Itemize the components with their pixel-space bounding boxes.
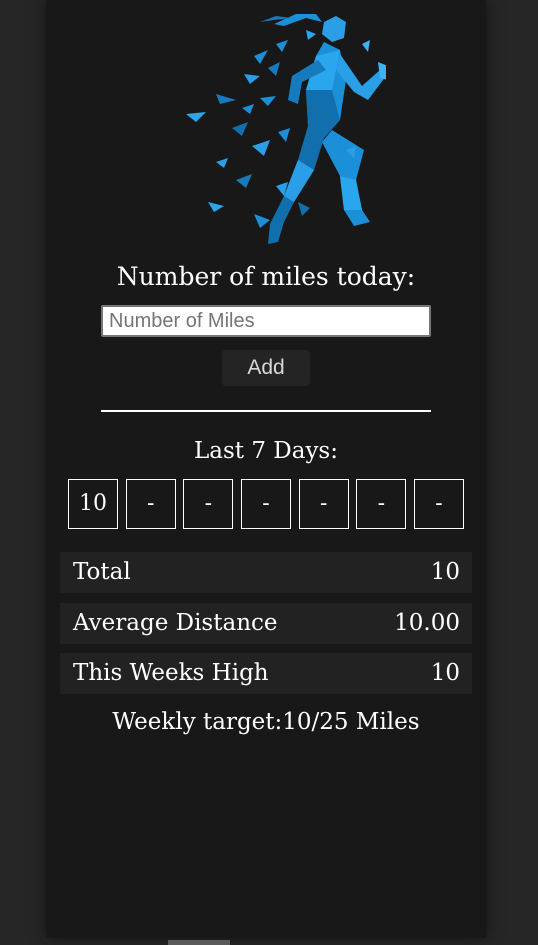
add-button[interactable]: Add (222, 350, 310, 386)
weekly-high-label: This Weeks High (73, 660, 269, 686)
day-cell: - (125, 479, 176, 529)
average-value: 10.00 (394, 610, 460, 636)
scrollbar-thumb[interactable] (168, 940, 230, 945)
weekly-high-row: This Weeks High 10 (60, 653, 472, 694)
runner-icon (186, 14, 386, 244)
day-cell: - (241, 479, 291, 529)
app-panel: Number of miles today: Add Last 7 Days: … (46, 0, 486, 938)
average-row: Average Distance 10.00 (60, 603, 472, 644)
miles-prompt: Number of miles today: (116, 262, 416, 291)
total-label: Total (73, 559, 131, 585)
average-label: Average Distance (73, 610, 278, 636)
weekly-target: Weekly target:10/25 Miles (112, 709, 420, 735)
day-cell: 10 (68, 479, 118, 529)
day-cell: - (298, 479, 349, 529)
last-days-list: 10 - - - - - - (68, 479, 464, 529)
total-value: 10 (430, 559, 460, 585)
day-cell: - (356, 479, 407, 529)
miles-input[interactable] (101, 305, 431, 337)
day-cell: - (414, 479, 464, 529)
last-days-heading: Last 7 Days: (194, 438, 338, 464)
weekly-high-value: 10 (430, 660, 460, 686)
day-cell: - (183, 479, 234, 529)
divider (101, 410, 431, 412)
total-row: Total 10 (60, 552, 472, 593)
